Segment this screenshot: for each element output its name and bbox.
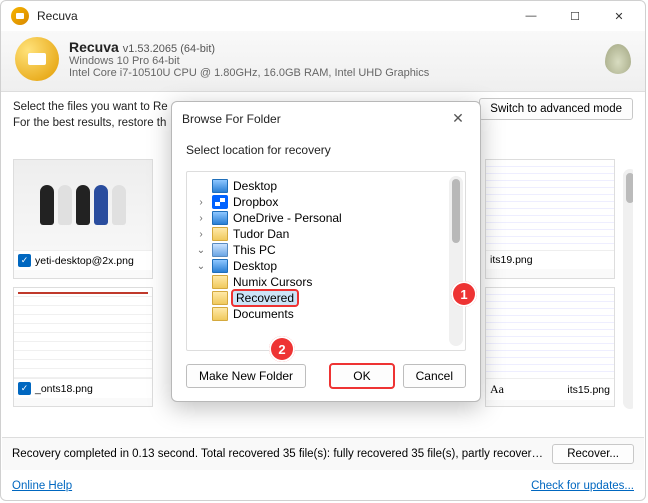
status-bar: Recovery completed in 0.13 second. Total… <box>2 437 644 470</box>
titlebar: Recuva — ☐ ✕ <box>1 1 645 31</box>
file-thumbnail[interactable]: ✓ yeti-desktop@2x.png <box>13 159 153 279</box>
hw-info: Intel Core i7-10510U CPU @ 1.80GHz, 16.0… <box>69 67 429 79</box>
font-preview-icon: Aa <box>490 382 504 397</box>
close-button[interactable]: ✕ <box>597 2 641 30</box>
dialog-prompt: Select location for recovery <box>186 143 466 157</box>
tree-item-desktop[interactable]: Desktop <box>195 178 461 194</box>
piriform-icon <box>605 44 631 74</box>
tree-item-recovered[interactable]: Recovered <box>195 290 461 306</box>
tree-item-onedrive[interactable]: ›OneDrive - Personal <box>195 210 461 226</box>
tree-item-documents[interactable]: Documents <box>195 306 461 322</box>
browse-for-folder-dialog: Browse For Folder ✕ Select location for … <box>171 101 481 402</box>
tree-item-thispc[interactable]: ⌄This PC <box>195 242 461 258</box>
thumbnail-filename: its15.png <box>567 384 610 396</box>
annotation-badge-1: 1 <box>451 281 477 307</box>
check-updates-link[interactable]: Check for updates... <box>531 480 634 492</box>
thumbnail-filename: its19.png <box>490 254 533 266</box>
online-help-link[interactable]: Online Help <box>12 480 72 492</box>
os-info: Windows 10 Pro 64-bit <box>69 55 429 67</box>
tree-item-dropbox[interactable]: ›Dropbox <box>195 194 461 210</box>
tree-item-numix[interactable]: Numix Cursors <box>195 274 461 290</box>
status-text: Recovery completed in 0.13 second. Total… <box>12 448 543 460</box>
recuva-icon <box>11 7 29 25</box>
thumbnail-filename: yeti-desktop@2x.png <box>35 255 134 267</box>
tree-item-desktop2[interactable]: ⌄Desktop <box>195 258 461 274</box>
checkbox-checked-icon[interactable]: ✓ <box>18 254 31 267</box>
file-thumbnail[interactable]: its19.png <box>485 159 615 279</box>
file-thumbnail[interactable]: ✓ _onts18.png <box>13 287 153 407</box>
dialog-title: Browse For Folder <box>182 112 281 126</box>
dialog-close-button[interactable]: ✕ <box>446 110 470 127</box>
maximize-button[interactable]: ☐ <box>553 2 597 30</box>
switch-to-advanced-button[interactable]: Switch to advanced mode <box>479 98 633 120</box>
checkbox-checked-icon[interactable]: ✓ <box>18 382 31 395</box>
annotation-badge-2: 2 <box>269 336 295 362</box>
minimize-button[interactable]: — <box>509 2 553 30</box>
make-new-folder-button[interactable]: Make New Folder <box>186 364 306 388</box>
ok-button[interactable]: OK <box>329 363 394 389</box>
tree-item-user[interactable]: ›Tudor Dan <box>195 226 461 242</box>
tree-scrollbar[interactable] <box>449 176 463 346</box>
cancel-button[interactable]: Cancel <box>403 364 466 388</box>
app-header: Recuva v1.53.2065 (64-bit) Windows 10 Pr… <box>1 31 645 92</box>
thumbnail-filename: _onts18.png <box>35 383 93 395</box>
folder-tree[interactable]: Desktop ›Dropbox ›OneDrive - Personal ›T… <box>186 171 466 351</box>
scrollbar[interactable] <box>623 169 633 409</box>
file-thumbnail[interactable]: Aa its15.png <box>485 287 615 407</box>
window-title: Recuva <box>37 9 78 23</box>
recover-button[interactable]: Recover... <box>552 444 634 464</box>
recuva-logo-icon <box>15 37 59 81</box>
app-name: Recuva <box>69 39 119 55</box>
app-version: v1.53.2065 (64-bit) <box>123 43 215 55</box>
